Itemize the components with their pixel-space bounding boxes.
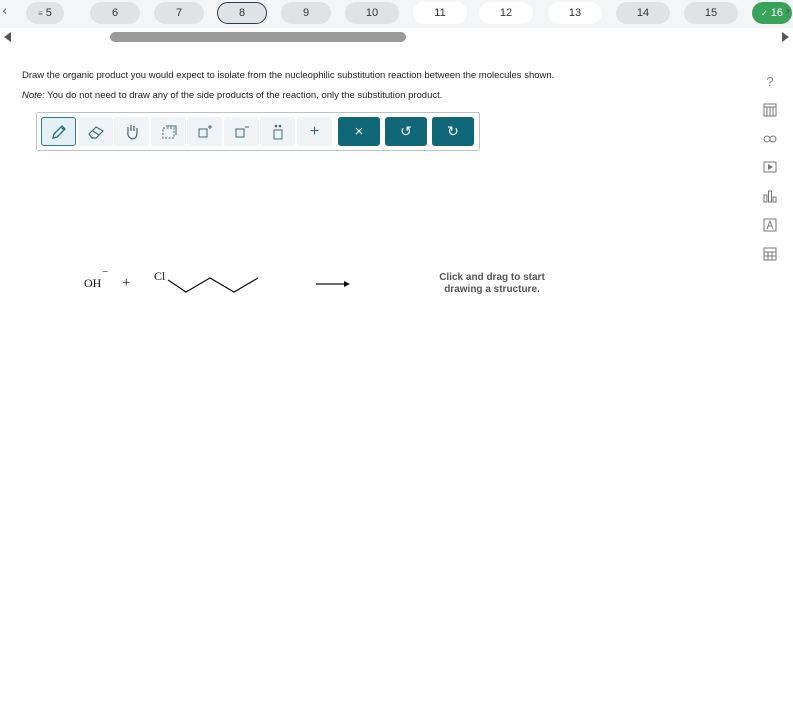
- scroll-left-icon[interactable]: [4, 32, 11, 42]
- chart-icon: [763, 190, 777, 203]
- add-atom-button[interactable]: +: [297, 117, 332, 146]
- alkyl-chain-skeleton: [167, 277, 259, 293]
- question-label: 6: [111, 7, 119, 19]
- periodic-table-button[interactable]: [760, 100, 780, 120]
- video-button[interactable]: [760, 157, 780, 177]
- question-navigation: ‹ ≡ 5 6 7 8 9 10 11 12 13 14 15 ✓ 16 ›: [0, 0, 793, 28]
- scroll-right-icon[interactable]: [782, 32, 789, 42]
- prompt-note: Note: You do not need to draw any of the…: [22, 86, 722, 106]
- select-box-icon: [162, 125, 176, 138]
- question-prompt: Draw the organic product you would expec…: [22, 66, 722, 106]
- question-6-button[interactable]: 6: [90, 2, 140, 24]
- note-text: You do not need to draw any of the side …: [44, 90, 443, 101]
- lone-pair-button[interactable]: [260, 117, 295, 146]
- calculator-icon: [763, 247, 777, 261]
- question-14-button[interactable]: 14: [616, 2, 670, 24]
- reference-icon: [763, 218, 777, 232]
- question-label: 16: [770, 7, 783, 19]
- prev-arrow-icon[interactable]: ‹: [2, 4, 7, 19]
- help-button[interactable]: ?: [760, 71, 780, 91]
- question-label: 11: [434, 7, 446, 19]
- question-label: 10: [365, 7, 379, 19]
- list-icon: ≡: [38, 8, 43, 18]
- question-label: 15: [704, 7, 718, 19]
- prompt-line: Draw the organic product you would expec…: [22, 70, 555, 81]
- hand-icon: [126, 124, 138, 140]
- reaction-arrow-icon: [316, 281, 350, 287]
- question-10-button[interactable]: 10: [345, 2, 399, 24]
- question-5-button[interactable]: ≡ 5: [26, 2, 64, 24]
- check-icon: ✓: [761, 8, 768, 18]
- plus-sign: +: [122, 275, 131, 291]
- question-7-button[interactable]: 7: [154, 2, 204, 24]
- help-icon: ?: [766, 73, 774, 89]
- remove-charge-button[interactable]: [224, 117, 259, 146]
- lone-pair-icon: [273, 124, 282, 139]
- redo-button[interactable]: ↻: [432, 117, 474, 146]
- question-label: 13: [568, 7, 582, 19]
- hand-tool-button[interactable]: [114, 117, 149, 146]
- remove-charge-icon: [235, 126, 249, 137]
- drawing-toolbar: + × ↺ ↻: [36, 112, 480, 151]
- question-15-button[interactable]: 15: [684, 2, 738, 24]
- next-arrow-icon[interactable]: ›: [785, 4, 790, 19]
- video-icon: [763, 161, 777, 173]
- select-tool-button[interactable]: [151, 117, 186, 146]
- negative-charge: −: [102, 266, 109, 278]
- redo-icon: ↻: [447, 123, 459, 139]
- question-9-button[interactable]: 9: [281, 2, 331, 24]
- clear-button[interactable]: ×: [338, 117, 380, 146]
- question-label: 5: [45, 7, 52, 19]
- drawing-canvas-hint[interactable]: Click and drag to start drawing a struct…: [422, 272, 562, 296]
- horizontal-scrollbar[interactable]: [0, 30, 793, 44]
- add-charge-icon: [198, 124, 212, 137]
- chart-button[interactable]: [760, 186, 780, 206]
- pencil-icon: [51, 124, 66, 139]
- question-label: 8: [238, 7, 246, 19]
- question-label: 12: [499, 7, 513, 19]
- undo-button[interactable]: ↺: [385, 117, 427, 146]
- link-button[interactable]: [760, 129, 780, 149]
- scroll-thumb[interactable]: [110, 32, 406, 42]
- clear-icon: ×: [354, 123, 364, 140]
- eraser-icon: [87, 125, 104, 139]
- question-11-button[interactable]: 11: [413, 2, 467, 24]
- question-label: 7: [175, 7, 183, 19]
- hint-line: drawing a structure.: [444, 284, 540, 295]
- hydroxide-label: OH: [84, 276, 102, 290]
- question-label: 14: [636, 7, 650, 19]
- question-label: 9: [302, 7, 310, 19]
- eraser-tool-button[interactable]: [78, 117, 113, 146]
- calculator-button[interactable]: [760, 244, 780, 264]
- link-icon: [763, 135, 777, 143]
- reference-button[interactable]: [760, 215, 780, 235]
- question-13-button[interactable]: 13: [548, 2, 602, 24]
- question-8-button[interactable]: 8: [217, 2, 267, 24]
- pencil-tool-button[interactable]: [41, 117, 76, 146]
- undo-icon: ↺: [400, 123, 412, 139]
- periodic-table-icon: [763, 103, 777, 117]
- question-12-button[interactable]: 12: [479, 2, 533, 24]
- add-icon: +: [309, 122, 320, 140]
- add-charge-button[interactable]: [187, 117, 222, 146]
- note-label: Note:: [22, 90, 45, 101]
- hint-line: Click and drag to start: [439, 272, 545, 283]
